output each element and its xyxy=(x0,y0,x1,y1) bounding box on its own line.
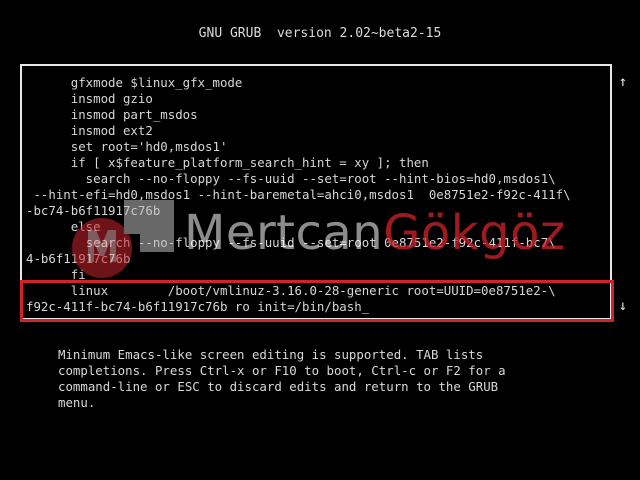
code-line[interactable]: search --no-floppy --fs-uuid --set=root … xyxy=(26,171,612,187)
code-line[interactable]: if [ x$feature_platform_search_hint = xy… xyxy=(26,155,612,171)
code-line[interactable]: set root='hd0,msdos1' xyxy=(26,139,612,155)
text-cursor: _ xyxy=(361,299,370,314)
help-text-line: Minimum Emacs-like screen editing is sup… xyxy=(58,347,484,362)
code-line-linux-continued[interactable]: f92c-411f-bc74-b6f11917c76b ro init=/bin… xyxy=(26,299,612,315)
code-line[interactable]: insmod gzio xyxy=(26,91,612,107)
watermark-logo xyxy=(72,200,174,278)
grub-title: GNU GRUB version 2.02~beta2-15 xyxy=(198,26,442,41)
help-text-line: menu. xyxy=(58,395,96,410)
code-line[interactable]: insmod part_msdos xyxy=(26,107,612,123)
code-line[interactable]: insmod ext2 xyxy=(26,123,612,139)
help-text-line: command-line or ESC to discard edits and… xyxy=(58,379,499,394)
scroll-down-arrow-icon: ↓ xyxy=(618,298,628,314)
code-line[interactable]: gfxmode $linux_gfx_mode xyxy=(26,75,612,91)
code-line-text: f92c-411f-bc74-b6f11917c76b ro init=/bin… xyxy=(26,299,362,314)
scroll-up-arrow-icon: ↑ xyxy=(618,74,628,90)
help-text-line: completions. Press Ctrl-x or F10 to boot… xyxy=(58,363,506,378)
